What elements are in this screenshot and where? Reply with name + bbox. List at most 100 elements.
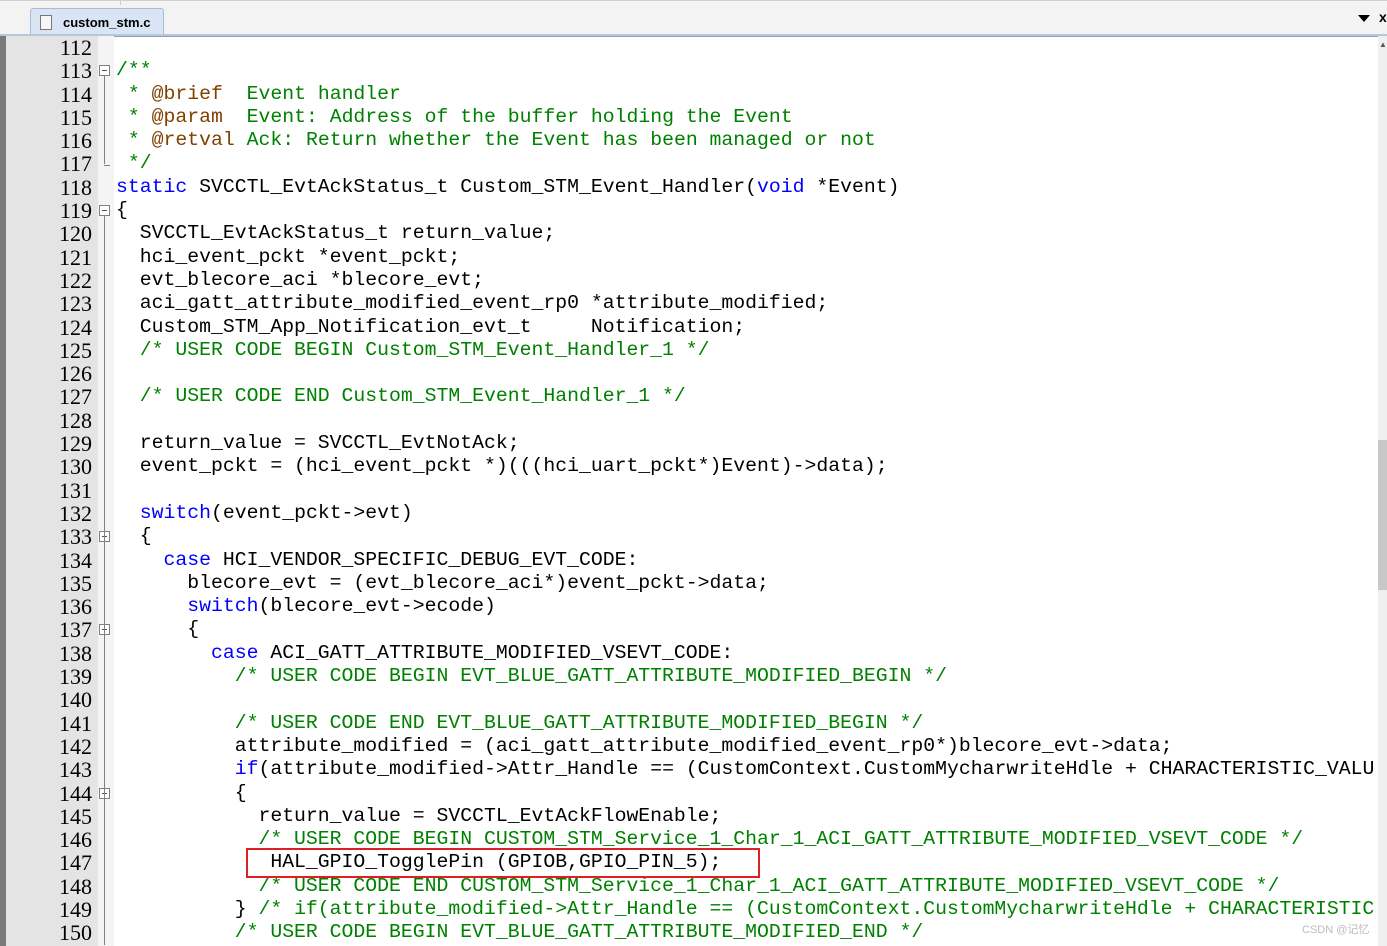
tab-bar: custom_stm.c x: [0, 0, 1387, 37]
line-number: 115: [59, 104, 92, 130]
code-editor[interactable]: 112 113 /** 114 * @brief Event handler 115 *…: [0, 36, 1378, 946]
line-number: 122: [59, 267, 92, 293]
keyword-token: case: [210, 641, 259, 664]
comment-token: *: [116, 82, 152, 105]
code-token: event_pckt = (hci_event_pckt *)(((hci_ua…: [116, 455, 888, 478]
code-text: aci_gatt_attribute_modified_event_rp0 *a…: [116, 292, 829, 315]
code-text: case HCI_VENDOR_SPECIFIC_DEBUG_EVT_CODE:: [116, 549, 638, 572]
line-number: 130: [59, 454, 92, 480]
close-icon[interactable]: x: [1379, 9, 1387, 25]
comment-token: Event: Address of the buffer holding the…: [222, 105, 793, 128]
code-text: switch(blecore_evt->ecode): [116, 595, 496, 618]
line-number: 148: [59, 873, 92, 899]
code-text: blecore_evt = (evt_blecore_aci*)event_pc…: [116, 572, 769, 595]
line-number: 129: [59, 431, 92, 457]
code-text: return_value = SVCCTL_EvtAckFlowEnable;: [116, 805, 721, 828]
comment-token: */: [116, 152, 152, 175]
line-number: 114: [59, 81, 92, 107]
tab-label: custom_stm.c: [63, 14, 151, 30]
code-token: {: [116, 199, 128, 222]
line-number: 150: [59, 920, 92, 946]
comment-token: /* if(attribute_modified->Attr_Handle ==…: [258, 897, 1375, 920]
line-number: 134: [59, 547, 92, 573]
code-text: attribute_modified = (aci_gatt_attribute…: [116, 735, 1173, 758]
line-number: 147: [59, 850, 92, 876]
code-text: } /* if(attribute_modified->Attr_Handle …: [116, 897, 1375, 921]
comment-token: /* USER CODE BEGIN EVT_BLUE_GATT_ATTRIBU…: [116, 665, 947, 688]
vertical-scrollbar[interactable]: ▲: [1378, 36, 1387, 946]
code-text: static SVCCTL_EvtAckStatus_t Custom_STM_…: [116, 176, 899, 199]
code-token: (attribute_modified->Attr_Handle == (Cus…: [258, 758, 1375, 781]
line-number: 120: [59, 221, 92, 247]
code-text: SVCCTL_EvtAckStatus_t return_value;: [116, 222, 555, 245]
line-number: 137: [59, 617, 92, 643]
fold-collapse-icon[interactable]: [99, 205, 110, 217]
watermark: CSDN @记忆: [1302, 924, 1370, 936]
scrollbar-thumb[interactable]: [1378, 440, 1387, 590]
comment-token: *: [116, 129, 152, 152]
line-number: 149: [59, 896, 92, 922]
code-text: * @retval Ack: Return whether the Event …: [116, 129, 876, 152]
fold-end-marker: [104, 164, 110, 166]
line-number: 135: [59, 570, 92, 596]
code-text: /**: [116, 59, 152, 82]
keyword-token: switch: [187, 595, 259, 618]
doc-tag-token: @brief: [151, 82, 223, 105]
comment-token: /**: [116, 59, 152, 82]
code-token: ACI_GATT_ATTRIBUTE_MODIFIED_VSEVT_CODE:: [258, 641, 734, 664]
dropdown-triangle-icon[interactable]: [1358, 15, 1370, 22]
code-text: {: [116, 525, 152, 548]
code-token: blecore_evt = (evt_blecore_aci*)event_pc…: [116, 571, 769, 594]
fold-collapse-icon[interactable]: [99, 65, 110, 77]
comment-token: Event handler: [222, 82, 401, 105]
code-text: /* USER CODE END EVT_BLUE_GATT_ATTRIBUTE…: [116, 712, 924, 735]
code-text: /* USER CODE BEGIN EVT_BLUE_GATT_ATTRIBU…: [116, 665, 947, 688]
code-text: */: [116, 152, 152, 175]
highlight-box: [246, 848, 760, 878]
line-number: 112: [59, 36, 92, 60]
line-number: 117: [59, 151, 92, 177]
code-token: Custom_STM_App_Notification_evt_t Notifi…: [116, 315, 746, 338]
code-text: /* USER CODE BEGIN Custom_STM_Event_Hand…: [116, 339, 710, 362]
line-number: 125: [59, 337, 92, 363]
code-text: /* USER CODE END Custom_STM_Event_Handle…: [116, 385, 686, 408]
keyword-token: switch: [139, 501, 211, 524]
line-number: 116: [59, 128, 92, 154]
code-text: switch(event_pckt->evt): [116, 502, 413, 525]
comment-token: Ack: Return whether the Event has been m…: [234, 129, 876, 152]
code-text: * @param Event: Address of the buffer ho…: [116, 106, 793, 129]
scroll-up-arrow-icon[interactable]: ▲: [1379, 40, 1387, 49]
code-text: /* USER CODE BEGIN EVT_BLUE_GATT_ATTRIBU…: [116, 921, 924, 944]
line-number: 141: [59, 710, 92, 736]
code-token: SVCCTL_EvtAckStatus_t Custom_STM_Event_H…: [187, 175, 758, 198]
line-number: 124: [59, 314, 92, 340]
line-number: 121: [59, 244, 92, 270]
doc-tag-token: @retval: [151, 129, 235, 152]
line-number: 127: [59, 384, 92, 410]
code-text: {: [116, 782, 247, 805]
code-text: {: [116, 618, 199, 641]
code-token: return_value = SVCCTL_EvtNotAck;: [116, 432, 520, 455]
code-text: case ACI_GATT_ATTRIBUTE_MODIFIED_VSEVT_C…: [116, 642, 733, 665]
comment-token: /* USER CODE END Custom_STM_Event_Handle…: [116, 385, 686, 408]
code-text: hci_event_pckt *event_pckt;: [116, 246, 461, 269]
code-text: if(attribute_modified->Attr_Handle == (C…: [116, 758, 1375, 781]
line-number: 119: [59, 198, 92, 224]
code-token: }: [116, 897, 259, 920]
line-number: 132: [59, 500, 92, 526]
code-token: SVCCTL_EvtAckStatus_t return_value;: [116, 222, 556, 245]
comment-token: /* USER CODE BEGIN CUSTOM_STM_Service_1_…: [116, 828, 1304, 851]
line-number: 140: [59, 687, 92, 713]
code-token: HCI_VENDOR_SPECIFIC_DEBUG_EVT_CODE:: [210, 548, 639, 571]
line-number: 143: [59, 757, 92, 783]
tab-custom-stm-c[interactable]: custom_stm.c: [30, 8, 164, 35]
line-number: 123: [59, 291, 92, 317]
line-number: 126: [59, 361, 92, 387]
fold-guide-line: [104, 76, 105, 165]
line-number: 131: [59, 477, 92, 503]
code-token: aci_gatt_attribute_modified_event_rp0 *a…: [116, 292, 829, 315]
line-number: 144: [59, 780, 92, 806]
